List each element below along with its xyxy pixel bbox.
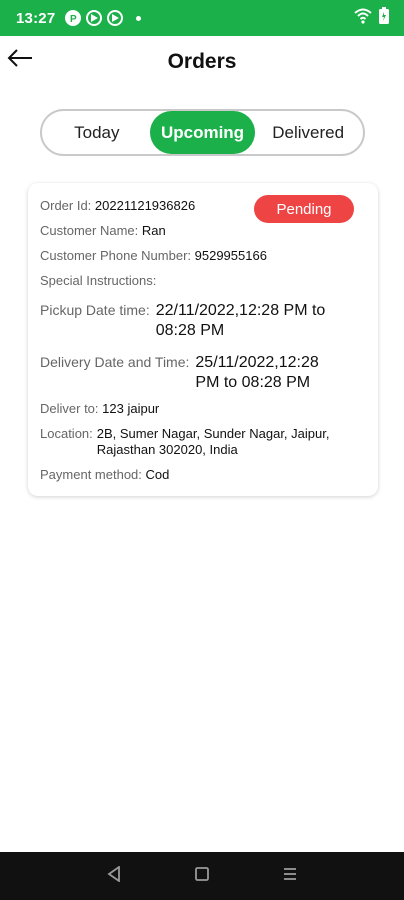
header: Orders bbox=[0, 36, 404, 92]
location-value: 2B, Sumer Nagar, Sunder Nagar, Jaipur, R… bbox=[97, 426, 330, 458]
status-time: 13:27 bbox=[16, 9, 56, 27]
location-label: Location: bbox=[40, 426, 93, 441]
pickup-value: 22/11/2022,12:28 PM to 08:28 PM bbox=[156, 301, 326, 341]
special-instructions-label: Special Instructions: bbox=[40, 273, 157, 288]
special-instructions-row: Special Instructions: bbox=[40, 273, 156, 289]
play-circle-icon bbox=[107, 10, 124, 26]
deliver-to-value: 123 jaipur bbox=[102, 401, 160, 416]
recents-menu-icon bbox=[282, 867, 298, 886]
order-tabs: Today Upcoming Delivered bbox=[40, 109, 365, 156]
screen: 13:27 P Orders Today Upcoming Delivered … bbox=[0, 0, 404, 900]
customer-name-label: Customer Name: bbox=[40, 223, 139, 238]
p-badge-icon: P bbox=[65, 10, 82, 26]
order-id-label: Order Id: bbox=[40, 198, 92, 213]
delivery-row: Delivery Date and Time: 25/11/2022,12:28… bbox=[40, 353, 319, 393]
nav-home-button[interactable] bbox=[188, 862, 216, 890]
order-card[interactable]: Order Id: 20221121936826 Pending Custome… bbox=[28, 183, 378, 496]
phone-label: Customer Phone Number: bbox=[40, 248, 192, 263]
deliver-to-label: Deliver to: bbox=[40, 401, 99, 416]
customer-name-value: Ran bbox=[141, 223, 166, 238]
payment-label: Payment method: bbox=[40, 467, 142, 482]
back-triangle-icon bbox=[107, 864, 121, 887]
dot-icon bbox=[136, 15, 142, 21]
order-id-row: Order Id: 20221121936826 bbox=[40, 198, 195, 214]
payment-row: Payment method: Cod bbox=[40, 467, 169, 483]
pickup-label: Pickup Date time: bbox=[40, 302, 150, 318]
wifi-icon bbox=[354, 8, 372, 29]
payment-value: Cod bbox=[145, 467, 170, 482]
location-value-line1: 2B, Sumer Nagar, Sunder Nagar, Jaipur, bbox=[96, 426, 330, 441]
location-row: Location: 2B, Sumer Nagar, Sunder Nagar,… bbox=[40, 426, 329, 458]
svg-text:P: P bbox=[70, 14, 77, 23]
customer-name-row: Customer Name: Ran bbox=[40, 223, 166, 239]
phone-value: 9529955166 bbox=[194, 248, 267, 263]
delivery-value-line1: 25/11/2022,12:28 bbox=[195, 354, 319, 371]
battery-icon bbox=[378, 6, 390, 30]
status-icons-right bbox=[354, 6, 390, 30]
tab-upcoming[interactable]: Upcoming bbox=[149, 111, 256, 154]
delivery-value-line2: PM to 08:28 PM bbox=[195, 374, 311, 391]
pickup-row: Pickup Date time: 22/11/2022,12:28 PM to… bbox=[40, 301, 325, 341]
location-value-line2: Rajasthan 302020, India bbox=[96, 442, 238, 457]
page-title: Orders bbox=[167, 50, 237, 73]
status-badge: Pending bbox=[254, 195, 354, 223]
delivery-value: 25/11/2022,12:28 PM to 08:28 PM bbox=[195, 353, 318, 393]
tab-delivered[interactable]: Delivered bbox=[255, 111, 361, 154]
pickup-value-line1: 22/11/2022,12:28 PM to bbox=[155, 302, 326, 319]
home-square-icon bbox=[195, 866, 209, 886]
nav-recents-button[interactable] bbox=[276, 862, 304, 890]
pickup-value-line2: 08:28 PM bbox=[155, 322, 225, 339]
tab-today[interactable]: Today bbox=[44, 111, 150, 154]
order-id-value: 20221121936826 bbox=[94, 198, 196, 213]
phone-row: Customer Phone Number: 9529955166 bbox=[40, 248, 267, 264]
deliver-to-row: Deliver to: 123 jaipur bbox=[40, 401, 159, 417]
play-circle-icon bbox=[86, 10, 103, 26]
status-icons-left: P bbox=[65, 10, 142, 26]
system-nav-bar bbox=[0, 852, 404, 900]
delivery-label: Delivery Date and Time: bbox=[40, 354, 190, 370]
nav-back-button[interactable] bbox=[100, 862, 128, 890]
status-bar: 13:27 P bbox=[0, 0, 404, 36]
